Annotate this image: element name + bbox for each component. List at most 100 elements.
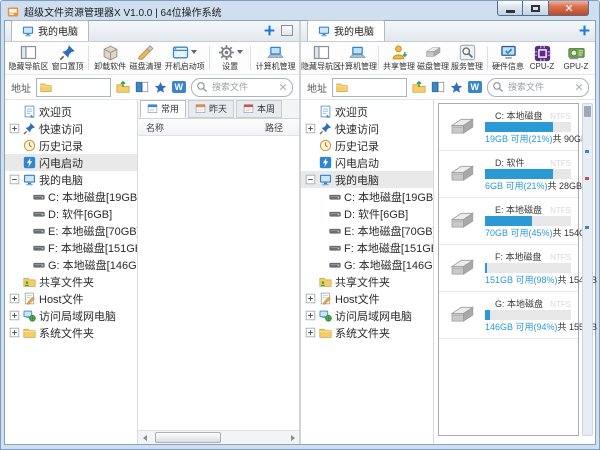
favorites-star-icon[interactable] — [450, 81, 463, 94]
gpuz-button[interactable]: GPU-Z — [559, 43, 593, 73]
uninstall-button[interactable]: 卸载软件 — [92, 43, 127, 73]
sidebar-item-system-folders[interactable]: 系统文件夹 — [301, 324, 433, 341]
settings-button[interactable]: 设置 — [213, 43, 247, 73]
expand-plus-icon[interactable] — [9, 123, 20, 134]
tree-item-label: G: 本地磁盘[146GB] — [344, 257, 433, 273]
dropdown-caret-icon[interactable] — [237, 50, 243, 54]
list-tab-yesterday[interactable]: 昨天 — [188, 100, 234, 118]
sidebar-item-drive-e[interactable]: E: 本地磁盘[70GB] — [5, 222, 137, 239]
address-field[interactable] — [55, 82, 107, 93]
window-pin-button[interactable]: 窗口置顶 — [50, 43, 85, 73]
drive-item-c[interactable]: C: 本地磁盘 NTFS 19GB 可用(21%) 共 90GB — [439, 104, 578, 151]
search-box[interactable] — [191, 78, 293, 97]
sidebar-item-welcome-page[interactable]: 欢迎页 — [301, 103, 433, 120]
service-manage-button[interactable]: 服务管理 — [450, 43, 484, 73]
sidebar-item-lightning-start[interactable]: 闪电启动 — [5, 154, 137, 171]
pane-layout-button[interactable] — [281, 25, 293, 36]
sidebar-item-quick-access[interactable]: 快速访问 — [301, 120, 433, 137]
column-name[interactable]: 名称 — [146, 121, 164, 134]
sidebar-item-lan-computers[interactable]: 访问局域网电脑 — [301, 307, 433, 324]
sidebar-item-drive-g[interactable]: G: 本地磁盘[146GB] — [301, 256, 433, 273]
sidebar-item-drive-g[interactable]: G: 本地磁盘[146GB] — [5, 256, 137, 273]
close-button[interactable] — [549, 1, 589, 16]
clear-search-icon[interactable] — [574, 82, 584, 92]
folder-up-icon[interactable] — [116, 80, 130, 94]
sidebar-item-my-computer[interactable]: 我的电脑 — [5, 171, 137, 188]
scrollbar-thumb[interactable] — [155, 432, 221, 443]
startup-items-button[interactable]: 开机启动项 — [163, 43, 206, 73]
split-view-icon[interactable] — [135, 80, 149, 94]
drive-item-d[interactable]: D: 软件 NTFS 6GB 可用(21%) 共 28GB — [439, 151, 578, 198]
sidebar-item-welcome-page[interactable]: 欢迎页 — [5, 103, 137, 120]
address-input[interactable] — [36, 78, 111, 97]
sidebar-item-lightning-start[interactable]: 闪电启动 — [301, 154, 433, 171]
sidebar-item-host-file[interactable]: Host文件 — [5, 290, 137, 307]
scroll-left-arrow-icon[interactable] — [138, 431, 151, 444]
button-label: CPU-Z — [530, 62, 554, 71]
sidebar-item-quick-access[interactable]: 快速访问 — [5, 120, 137, 137]
sidebar-item-shared-folders[interactable]: 共享文件夹 — [301, 273, 433, 290]
sidebar-item-system-folders[interactable]: 系统文件夹 — [5, 324, 137, 341]
address-field[interactable] — [351, 82, 403, 93]
hide-nav-button[interactable]: 隐藏导航区 — [7, 43, 50, 73]
expand-plus-icon[interactable] — [305, 293, 316, 304]
expand-plus-icon[interactable] — [305, 123, 316, 134]
minimize-button[interactable] — [497, 1, 523, 16]
new-tab-button[interactable] — [263, 24, 276, 37]
hardware-info-button[interactable]: 硬件信息 — [491, 43, 525, 73]
dropdown-caret-icon[interactable] — [191, 50, 197, 54]
list-tab-frequent[interactable]: 常用 — [140, 100, 186, 118]
computer-manage-button[interactable]: 计算机管理 — [339, 43, 375, 73]
sidebar-item-history[interactable]: 历史记录 — [301, 137, 433, 154]
vertical-scrollbar[interactable] — [582, 103, 593, 436]
drive-item-e[interactable]: E: 本地磁盘 NTFS 70GB 可用(45%) 共 154GB — [439, 198, 578, 245]
sidebar-item-host-file[interactable]: Host文件 — [301, 290, 433, 307]
maximize-button[interactable] — [523, 1, 549, 16]
sidebar-item-drive-d[interactable]: D: 软件[6GB] — [5, 205, 137, 222]
sidebar-item-drive-e[interactable]: E: 本地磁盘[70GB] — [301, 222, 433, 239]
hide-nav-button[interactable]: 隐藏导航区 — [303, 43, 339, 73]
list-tab-this-week[interactable]: 本周 — [236, 100, 282, 118]
address-input[interactable] — [332, 78, 407, 97]
tab-my-computer[interactable]: 我的电脑 — [11, 20, 89, 41]
w-filter-icon[interactable]: W — [172, 81, 187, 93]
search-box[interactable] — [487, 78, 589, 97]
hide-nav-icon — [20, 44, 37, 61]
sidebar-item-lan-computers[interactable]: 访问局域网电脑 — [5, 307, 137, 324]
drive-item-g[interactable]: G: 本地磁盘 NTFS 146GB 可用(94%) 共 155GB — [439, 292, 578, 339]
collapse-minus-icon[interactable] — [9, 174, 20, 185]
sidebar-item-my-computer[interactable]: 我的电脑 — [301, 171, 433, 188]
disk-cleanup-button[interactable]: 磁盘清理 — [128, 43, 163, 73]
favorites-star-icon[interactable] — [154, 81, 167, 94]
column-path[interactable]: 路径 — [265, 121, 283, 134]
sidebar-item-drive-c[interactable]: C: 本地磁盘[19GB] — [301, 188, 433, 205]
expand-plus-icon[interactable] — [9, 293, 20, 304]
sidebar-item-drive-f[interactable]: F: 本地磁盘[151GB] — [5, 239, 137, 256]
sidebar-item-history[interactable]: 历史记录 — [5, 137, 137, 154]
sidebar-item-drive-c[interactable]: C: 本地磁盘[19GB] — [5, 188, 137, 205]
search-input[interactable] — [506, 81, 572, 93]
new-tab-button[interactable] — [578, 24, 591, 37]
sidebar-item-drive-f[interactable]: F: 本地磁盘[151GB] — [301, 239, 433, 256]
scroll-right-arrow-icon[interactable] — [286, 431, 299, 444]
collapse-minus-icon[interactable] — [305, 174, 316, 185]
expand-plus-icon[interactable] — [9, 310, 20, 321]
drive-item-f[interactable]: F: 本地磁盘 NTFS 151GB 可用(98%) 共 154GB — [439, 245, 578, 292]
horizontal-scrollbar[interactable] — [138, 430, 299, 444]
sidebar-item-drive-d[interactable]: D: 软件[6GB] — [301, 205, 433, 222]
expand-plus-icon[interactable] — [9, 327, 20, 338]
folder-up-icon[interactable] — [412, 80, 426, 94]
search-input[interactable] — [210, 81, 276, 93]
split-view-icon[interactable] — [431, 80, 445, 94]
disk-manage-button[interactable]: 磁盘管理 — [416, 43, 450, 73]
computer-manage-button[interactable]: 计算机管理 — [254, 43, 297, 73]
tab-my-computer[interactable]: 我的电脑 — [307, 20, 385, 41]
cpuz-button[interactable]: CPU-Z — [525, 43, 559, 73]
sidebar-item-shared-folders[interactable]: 共享文件夹 — [5, 273, 137, 290]
w-filter-icon[interactable]: W — [468, 81, 483, 93]
expand-plus-icon[interactable] — [305, 310, 316, 321]
clear-search-icon[interactable] — [278, 82, 288, 92]
scrollbar-thumb[interactable] — [584, 106, 591, 117]
share-manage-button[interactable]: 共享管理 — [382, 43, 416, 73]
expand-plus-icon[interactable] — [305, 327, 316, 338]
